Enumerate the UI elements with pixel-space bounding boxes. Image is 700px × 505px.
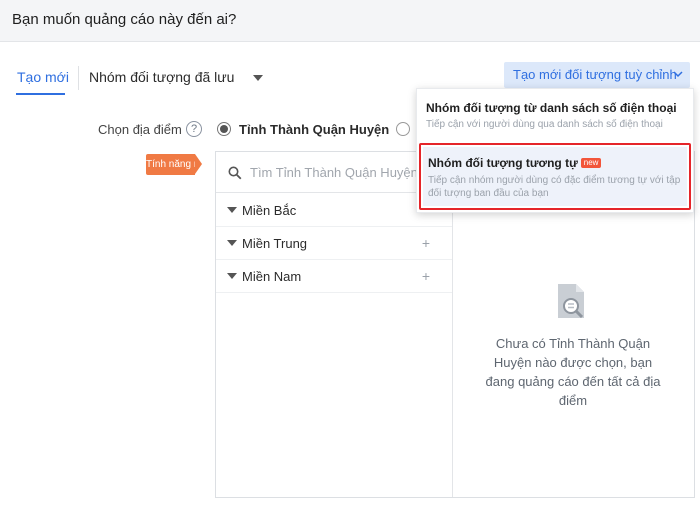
add-icon[interactable]: + [419, 269, 433, 283]
new-tag-badge: new [580, 158, 602, 168]
location-radio-other[interactable] [396, 122, 410, 136]
dialog-header: Bạn muốn quảng cáo này đến ai? [0, 0, 700, 42]
tab-divider [78, 66, 79, 90]
caret-down-icon[interactable] [227, 240, 237, 246]
caret-down-icon[interactable] [253, 75, 263, 81]
region-label: Miền Nam [242, 269, 302, 284]
new-feature-badge-label: Tính năng mới [146, 159, 211, 170]
menu-item-title: Nhóm đối tượng từ danh sách số điện thoạ… [426, 101, 677, 115]
empty-document-icon [558, 284, 584, 319]
search-input[interactable]: Tìm Tỉnh Thành Quận Huyện [250, 165, 418, 180]
menu-item-title: Nhóm đối tượng tương tự new [428, 156, 602, 170]
region-item-south[interactable]: Miền Nam + [216, 260, 452, 293]
help-icon[interactable]: ? [186, 121, 202, 137]
saved-groups-dropdown[interactable]: Nhóm đối tượng đã lưu [89, 69, 234, 85]
caret-down-icon[interactable] [227, 273, 237, 279]
region-label: Miền Trung [242, 236, 308, 251]
location-radio-province[interactable] [217, 122, 231, 136]
menu-item-description: Tiếp cận nhóm người dùng có đặc điểm tươ… [428, 175, 681, 199]
tab-active-indicator [16, 93, 65, 95]
add-icon[interactable]: + [419, 236, 433, 250]
create-custom-audience-menu: Nhóm đối tượng từ danh sách số điện thoạ… [416, 88, 694, 213]
caret-down-icon[interactable] [227, 207, 237, 213]
region-label: Miền Bắc [242, 203, 297, 218]
location-radio-province-label[interactable]: Tỉnh Thành Quận Huyện [239, 122, 389, 137]
create-custom-audience-label: Tạo mới đối tượng tuỳ chỉnh [513, 67, 677, 82]
menu-item-description: Tiếp cận với người dùng qua danh sách số… [426, 119, 663, 130]
create-custom-audience-button[interactable]: Tạo mới đối tượng tuỳ chỉnh [504, 62, 690, 88]
region-item-central[interactable]: Miền Trung + [216, 227, 452, 260]
empty-state-text: Chưa có Tỉnh Thành Quận Huyện nào được c… [485, 336, 661, 408]
tab-create-new[interactable]: Tạo mới [17, 69, 69, 85]
menu-item-title-text: Nhóm đối tượng tương tự [428, 156, 578, 170]
menu-item-phone-list[interactable]: Nhóm đối tượng từ danh sách số điện thoạ… [417, 89, 693, 139]
new-feature-badge: Tính năng mới [146, 154, 211, 175]
location-label: Chọn địa điểm [98, 122, 182, 137]
search-icon [228, 166, 242, 180]
menu-item-lookalike[interactable]: Nhóm đối tượng tương tự new Tiếp cận nhóm… [423, 147, 687, 206]
dialog-title: Bạn muốn quảng cáo này đến ai? [12, 11, 237, 28]
chevron-down-icon [673, 71, 683, 78]
menu-item-lookalike-highlight[interactable]: Nhóm đối tượng tương tự new Tiếp cận nhóm… [419, 143, 691, 210]
